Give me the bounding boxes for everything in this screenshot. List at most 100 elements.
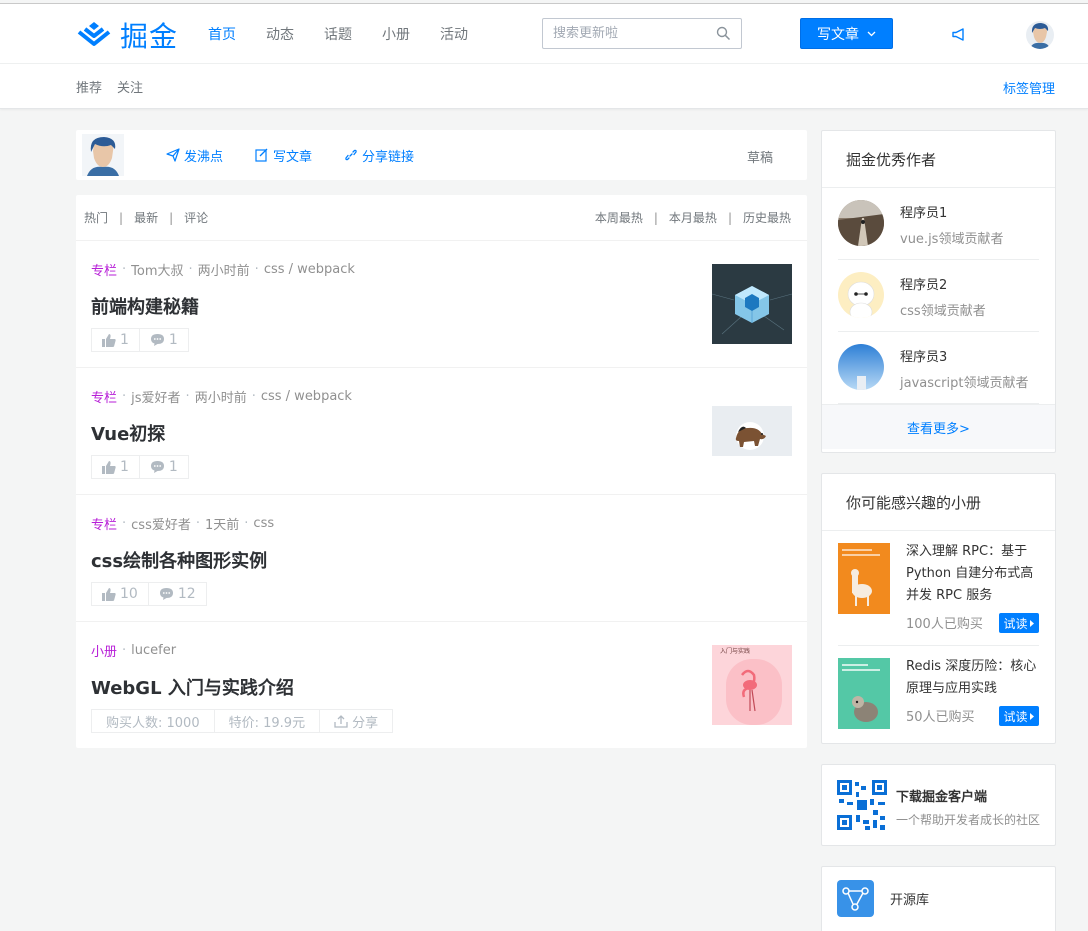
main-nav: 首页 动态 话题 小册 活动 (208, 4, 498, 64)
article-author[interactable]: css爱好者 (131, 514, 191, 533)
article-category[interactable]: 专栏 (91, 260, 117, 279)
user-avatar[interactable] (1026, 21, 1054, 49)
article-category[interactable]: 专栏 (91, 514, 117, 533)
tab-following[interactable]: 关注 (117, 77, 143, 96)
article-stats: 10 12 (91, 582, 207, 606)
author-avatar[interactable] (838, 344, 884, 390)
comment-icon (150, 461, 164, 473)
author-item[interactable]: 程序员3 javascript领域贡献者 (838, 332, 1039, 404)
post-pin-button[interactable]: 发沸点 (166, 146, 223, 165)
article-title[interactable]: 前端构建秘籍 (91, 293, 199, 319)
booklet-stats: 购买人数: 1000 特价: 19.9元 分享 (91, 709, 394, 733)
comment-count: 1 (168, 459, 178, 475)
tag-manage-link[interactable]: 标签管理 (1003, 78, 1055, 97)
share-link-button[interactable]: 分享链接 (344, 146, 414, 165)
author-item[interactable]: 程序员2 css领域贡献者 (838, 260, 1039, 332)
sort-all-time-hot[interactable]: 历史最热 (743, 209, 791, 226)
booklet-title[interactable]: Redis 深度历险：核心原理与应用实践 (906, 656, 1046, 700)
share-button[interactable]: 分享 (320, 710, 392, 732)
see-more-authors-link[interactable]: 查看更多> (822, 404, 1055, 449)
thumbs-up-icon (102, 460, 116, 474)
article-category[interactable]: 小册 (91, 641, 117, 660)
comment-count: 1 (168, 332, 178, 348)
search-icon[interactable] (716, 26, 731, 41)
article-thumbnail[interactable] (712, 406, 792, 456)
nav-events[interactable]: 活动 (440, 24, 468, 44)
notification-icon[interactable] (951, 28, 966, 41)
top-authors-title: 掘金优秀作者 (822, 131, 1055, 188)
article-item[interactable]: 专栏 · Tom大叔 · 两小时前 · css / webpack 前端构建秘籍 1 … (76, 241, 807, 368)
like-count: 10 (120, 586, 138, 602)
download-app-panel[interactable]: 下载掘金客户端 一个帮助开发者成长的社区 (821, 764, 1056, 846)
sub-nav: 推荐 关注 标签管理 (0, 64, 1088, 109)
like-count: 1 (120, 459, 129, 475)
article-item[interactable]: 小册 · lucefer WebGL 入门与实践介绍 购买人数: 1000 特价:… (76, 622, 807, 749)
article-title[interactable]: WebGL 入门与实践介绍 (91, 674, 294, 700)
article-item[interactable]: 专栏 · css爱好者 · 1天前 · css css绘制各种图形实例 10 12 (76, 495, 807, 622)
article-category[interactable]: 专栏 (91, 387, 117, 406)
logo[interactable]: 掘金 (76, 18, 179, 53)
drafts-link[interactable]: 草稿 (747, 147, 773, 166)
article-author[interactable]: lucefer (131, 643, 176, 658)
try-read-label: 试读 (1003, 709, 1028, 724)
open-source-panel[interactable]: 开源库 (821, 866, 1056, 931)
author-name[interactable]: 程序员3 (900, 346, 947, 365)
write-article-action-label: 写文章 (273, 149, 313, 165)
nav-activity[interactable]: 动态 (266, 24, 294, 44)
sort-hot[interactable]: 热门 (84, 209, 108, 226)
booklet-cover[interactable] (838, 543, 890, 614)
author-item[interactable]: 程序员1 vue.js领域贡献者 (838, 188, 1039, 260)
sort-latest[interactable]: 最新 (134, 209, 158, 226)
booklet-item[interactable]: 深入理解 RPC：基于 Python 自建分布式高并发 RPC 服务 100人已… (838, 531, 1039, 646)
like-count: 1 (120, 332, 129, 348)
suggested-booklets-panel: 你可能感兴趣的小册 深入理解 RPC：基于 Python 自建分布式高并发 RP… (821, 473, 1056, 744)
author-avatar[interactable] (838, 272, 884, 318)
article-tags[interactable]: css / webpack (264, 262, 355, 277)
article-tags[interactable]: css / webpack (261, 389, 352, 404)
comment-button[interactable]: 1 (140, 329, 188, 351)
logo-text: 掘金 (120, 20, 179, 53)
article-author[interactable]: Tom大叔 (131, 260, 183, 279)
sort-month-hot[interactable]: 本月最热 (669, 209, 717, 226)
article-item[interactable]: 专栏 · js爱好者 · 两小时前 · css / webpack Vue初探 1 1 (76, 368, 807, 495)
comment-button[interactable]: 12 (149, 583, 206, 605)
git-branch-icon (837, 880, 874, 917)
author-name[interactable]: 程序员1 (900, 202, 947, 221)
write-article-button[interactable]: 写文章 (800, 18, 893, 49)
like-button[interactable]: 10 (92, 583, 149, 605)
booklet-item[interactable]: Redis 深度历险：核心原理与应用实践 50人已购买 试读 (838, 646, 1039, 744)
search-input[interactable] (543, 19, 703, 48)
nav-topics[interactable]: 话题 (324, 24, 352, 44)
article-author[interactable]: js爱好者 (131, 387, 180, 406)
nav-booklets[interactable]: 小册 (382, 24, 410, 44)
author-avatar[interactable] (838, 200, 884, 246)
comment-count: 12 (177, 586, 196, 602)
article-time: 1天前 (205, 518, 240, 533)
write-article-action[interactable]: 写文章 (255, 146, 312, 165)
header: 掘金 首页 动态 话题 小册 活动 写文章 (0, 4, 1088, 64)
tab-recommended[interactable]: 推荐 (76, 77, 102, 96)
top-authors-panel: 掘金优秀作者 程序员1 vue.js领域贡献者 程序员2 css领域贡献者 程序… (821, 130, 1056, 453)
nav-home[interactable]: 首页 (208, 24, 236, 44)
article-tags[interactable]: css (253, 516, 274, 531)
open-source-label: 开源库 (890, 893, 930, 908)
like-button[interactable]: 1 (92, 329, 140, 351)
sort-week-hot[interactable]: 本周最热 (595, 209, 643, 226)
sort-comments[interactable]: 评论 (184, 209, 208, 226)
try-read-button[interactable]: 试读 (999, 613, 1039, 633)
author-name[interactable]: 程序员2 (900, 274, 947, 293)
article-title[interactable]: css绘制各种图形实例 (91, 547, 267, 573)
article-thumbnail[interactable] (712, 264, 792, 344)
thumbs-up-icon (102, 333, 116, 347)
buyer-count: 购买人数: 1000 (92, 710, 215, 732)
try-read-button[interactable]: 试读 (999, 706, 1039, 726)
booklet-cover[interactable] (838, 658, 890, 729)
booklet-buyers: 100人已购买 (906, 617, 983, 632)
comment-button[interactable]: 1 (140, 456, 188, 478)
article-feed: 热门 | 最新 | 评论 本周最热 | 本月最热 | 历史最热 专栏 · Tom大叔 · 两… (76, 195, 807, 748)
booklet-title[interactable]: 深入理解 RPC：基于 Python 自建分布式高并发 RPC 服务 (906, 541, 1046, 607)
article-title[interactable]: Vue初探 (91, 420, 165, 446)
like-button[interactable]: 1 (92, 456, 140, 478)
download-app-desc: 一个帮助开发者成长的社区 (896, 813, 1041, 827)
article-thumbnail[interactable]: 入门与实践 (712, 645, 792, 725)
